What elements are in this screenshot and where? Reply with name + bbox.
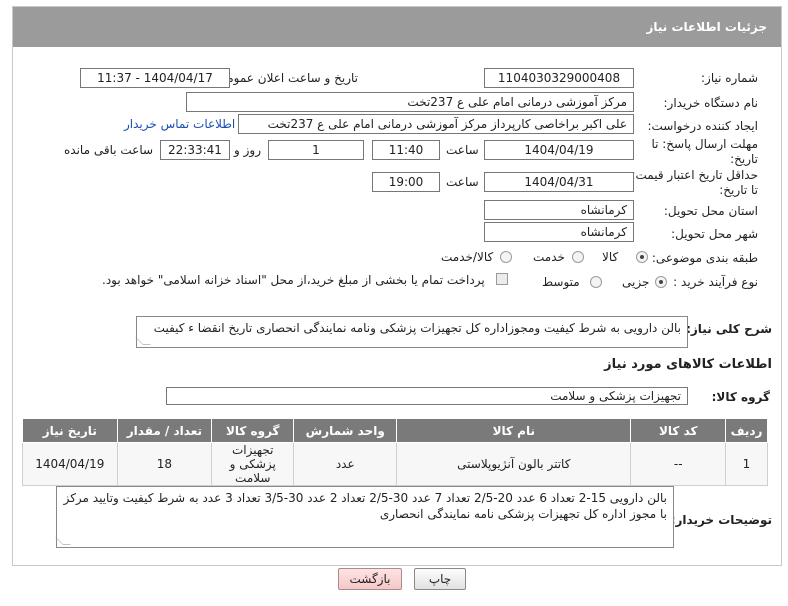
payment-note: پرداخت تمام یا بخشی از مبلغ خرید،از محل … bbox=[102, 273, 485, 287]
buyer-org-field: مرکز آموزشی درمانی امام علی ع 237تخت bbox=[186, 92, 634, 112]
buyer-notes-label: توضیحات خریدار: bbox=[670, 513, 772, 527]
need-number-field: 1104030329000408 bbox=[484, 68, 634, 88]
category-option-goods: کالا bbox=[602, 250, 619, 264]
treasury-payment-checkbox[interactable] bbox=[496, 273, 508, 285]
buyer-org-label: نام دستگاه خریدار: bbox=[663, 96, 759, 110]
category-radio-service[interactable] bbox=[572, 251, 584, 263]
city-label: شهر محل تحویل: bbox=[671, 227, 758, 241]
category-option-service: خدمت bbox=[533, 250, 565, 264]
announce-field: 1404/04/17 - 11:37 bbox=[80, 68, 230, 88]
general-desc-text: بالن دارویی به شرط کیفیت ومجوزاداره کل ت… bbox=[153, 321, 681, 335]
cell-unit: عدد bbox=[293, 442, 398, 486]
goods-group-field: تجهیزات پزشکی و سلامت bbox=[166, 387, 688, 405]
buyer-notes-textarea[interactable]: بالن دارویی 15-2 تعداد 6 عدد 20-2/5 تعدا… bbox=[55, 486, 674, 548]
province-label: استان محل تحویل: bbox=[663, 204, 758, 218]
col-need-date: تاریخ نیاز bbox=[22, 418, 118, 443]
col-unit: واحد شمارش bbox=[293, 418, 398, 443]
cell-name: کاتتر بالون آنژیوپلاستی bbox=[396, 442, 632, 486]
goods-table-header: ردیف کد کالا نام کالا واحد شمارش گروه کا… bbox=[22, 418, 768, 443]
category-option-goods-service: کالا/خدمت bbox=[441, 250, 494, 264]
contact-info-link[interactable]: اطلاعات تماس خریدار bbox=[124, 117, 235, 131]
table-row: 1 -- کاتتر بالون آنژیوپلاستی عدد تجهیزات… bbox=[22, 442, 768, 486]
general-desc-textarea[interactable]: بالن دارویی به شرط کیفیت ومجوزاداره کل ت… bbox=[135, 316, 688, 348]
goods-section-title: اطلاعات کالاهای مورد نیاز bbox=[604, 357, 772, 372]
general-desc-label: شرح کلی نیاز: bbox=[686, 322, 772, 336]
goods-group-label: گروه کالا: bbox=[711, 390, 770, 404]
price-validity-date-field: 1404/04/31 bbox=[484, 172, 634, 192]
need-number-label: شماره نیاز: bbox=[701, 71, 758, 85]
deadline-date-field: 1404/04/19 bbox=[484, 140, 634, 160]
cell-group: تجهیزات پزشکی و سلامت bbox=[211, 442, 295, 486]
cell-quantity: 18 bbox=[116, 442, 213, 486]
category-radio-goods[interactable] bbox=[636, 251, 648, 263]
resize-grip-icon[interactable] bbox=[135, 337, 151, 345]
deadline-time-field: 11:40 bbox=[372, 140, 440, 160]
goods-table: ردیف کد کالا نام کالا واحد شمارش گروه کا… bbox=[22, 418, 768, 486]
process-option-medium: متوسط bbox=[542, 275, 580, 289]
process-label: نوع فرآیند خرید : bbox=[673, 275, 758, 289]
category-label: طبقه بندی موضوعی: bbox=[651, 251, 758, 265]
province-field: کرمانشاه bbox=[484, 200, 634, 220]
cell-row: 1 bbox=[725, 442, 768, 486]
process-option-minor: جزیی bbox=[622, 275, 650, 289]
days-label: روز و bbox=[234, 143, 261, 157]
col-name: نام کالا bbox=[396, 418, 632, 443]
resize-grip-icon[interactable] bbox=[55, 537, 71, 545]
price-validity-label: حداقل تاریخ اعتبار قیمت: تا تاریخ: bbox=[631, 168, 758, 197]
col-group: گروه کالا bbox=[211, 418, 295, 443]
city-field: کرمانشاه bbox=[484, 222, 634, 242]
back-button[interactable]: بازگشت bbox=[338, 568, 402, 590]
cell-need-date: 1404/04/19 bbox=[22, 442, 118, 486]
days-field: 1 bbox=[268, 140, 364, 160]
announce-label: تاریخ و ساعت اعلان عمومی: bbox=[213, 71, 358, 85]
col-row: ردیف bbox=[725, 418, 768, 443]
creator-label: ایجاد کننده درخواست: bbox=[647, 119, 758, 133]
category-radio-goods-service[interactable] bbox=[500, 251, 512, 263]
price-validity-time-label: ساعت bbox=[446, 175, 479, 189]
remaining-time-field: 22:33:41 bbox=[160, 140, 230, 160]
process-radio-medium[interactable] bbox=[590, 276, 602, 288]
creator-field: علی اکبر براخاصی کارپرداز مرکز آموزشی در… bbox=[238, 114, 634, 134]
cell-code: -- bbox=[630, 442, 726, 486]
col-code: کد کالا bbox=[630, 418, 726, 443]
process-radio-minor[interactable] bbox=[655, 276, 667, 288]
price-validity-time-field: 19:00 bbox=[372, 172, 440, 192]
buyer-notes-text: بالن دارویی 15-2 تعداد 6 عدد 20-2/5 تعدا… bbox=[63, 491, 667, 521]
col-quantity: تعداد / مقدار bbox=[116, 418, 213, 443]
deadline-label: مهلت ارسال پاسخ: تا تاریخ: bbox=[651, 137, 758, 166]
panel-title: جزئیات اطلاعات نیاز bbox=[13, 7, 781, 47]
deadline-time-label: ساعت bbox=[446, 143, 479, 157]
print-button[interactable]: چاپ bbox=[414, 568, 466, 590]
remaining-label: ساعت باقی مانده bbox=[64, 143, 154, 157]
